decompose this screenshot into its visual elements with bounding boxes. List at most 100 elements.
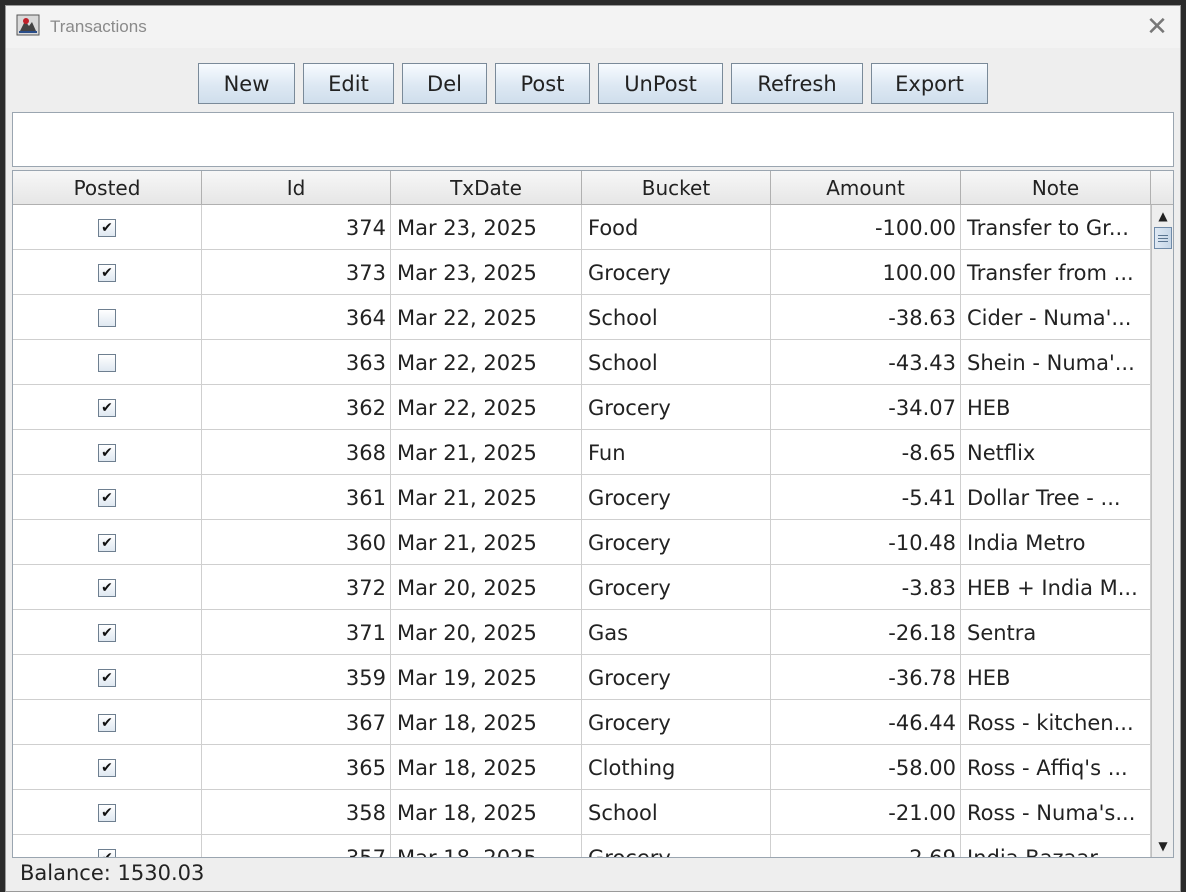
checkmark-icon: ✔ [101, 534, 113, 551]
new-button[interactable]: New [198, 63, 295, 104]
checkmark-icon: ✔ [101, 714, 113, 731]
table-row[interactable]: 363 Mar 22, 2025 School -43.43 Shein - Numa'… [13, 340, 1151, 385]
posted-checkbox[interactable]: ✔ [98, 758, 116, 777]
bucket-cell: Grocery [582, 385, 771, 430]
column-header-note[interactable]: Note [961, 171, 1151, 205]
table-row[interactable]: ✔ 374 Mar 23, 2025 Food -100.00 Transfer to G… [13, 205, 1151, 250]
delete-button[interactable]: Del [402, 63, 487, 104]
table-header: Posted Id TxDate Bucket Amount Note [13, 171, 1151, 205]
posted-checkbox[interactable]: ✔ [98, 578, 116, 597]
id-cell: 367 [202, 700, 391, 745]
posted-cell: ✔ [13, 610, 202, 655]
grip-icon [1158, 234, 1168, 242]
column-header-amount[interactable]: Amount [771, 171, 961, 205]
edit-button[interactable]: Edit [303, 63, 394, 104]
app-icon [16, 14, 40, 36]
export-button[interactable]: Export [871, 63, 988, 104]
table-row[interactable]: ✔ 361 Mar 21, 2025 Grocery -5.41 Dollar Tree … [13, 475, 1151, 520]
bucket-cell: Grocery [582, 565, 771, 610]
id-cell: 363 [202, 340, 391, 385]
id-cell: 360 [202, 520, 391, 565]
checkmark-icon: ✔ [101, 804, 113, 821]
checkmark-icon: ✔ [101, 444, 113, 461]
table-row[interactable]: ✔ 360 Mar 21, 2025 Grocery -10.48 India Metro [13, 520, 1151, 565]
note-cell: India Metro [961, 520, 1151, 565]
checkmark-icon: ✔ [101, 489, 113, 506]
amount-cell: -2.69 [771, 835, 961, 857]
txdate-cell: Mar 18, 2025 [391, 745, 582, 790]
table-row[interactable]: ✔ 368 Mar 21, 2025 Fun -8.65 Netflix [13, 430, 1151, 475]
column-header-posted[interactable]: Posted [13, 171, 202, 205]
id-cell: 364 [202, 295, 391, 340]
vertical-scrollbar[interactable]: ▲ ▼ [1151, 205, 1173, 857]
amount-cell: -5.41 [771, 475, 961, 520]
scroll-up-icon[interactable]: ▲ [1152, 205, 1173, 227]
amount-cell: -58.00 [771, 745, 961, 790]
posted-checkbox[interactable] [98, 353, 116, 372]
checkmark-icon: ✔ [101, 579, 113, 596]
posted-checkbox[interactable]: ✔ [98, 218, 116, 237]
posted-cell: ✔ [13, 655, 202, 700]
refresh-button[interactable]: Refresh [731, 63, 863, 104]
checkmark-icon: ✔ [101, 399, 113, 416]
posted-checkbox[interactable]: ✔ [98, 848, 116, 858]
table-row[interactable]: ✔ 367 Mar 18, 2025 Grocery -46.44 Ross - kitc… [13, 700, 1151, 745]
posted-cell: ✔ [13, 205, 202, 250]
checkmark-icon: ✔ [101, 851, 113, 858]
txdate-cell: Mar 18, 2025 [391, 700, 582, 745]
posted-checkbox[interactable]: ✔ [98, 263, 116, 282]
amount-cell: -21.00 [771, 790, 961, 835]
table-row[interactable]: ✔ 358 Mar 18, 2025 School -21.00 Ross - Numa'… [13, 790, 1151, 835]
title-bar[interactable]: Transactions ✕ [6, 6, 1180, 48]
bucket-cell: Grocery [582, 250, 771, 295]
note-cell: Sentra [961, 610, 1151, 655]
table-row[interactable]: ✔ 362 Mar 22, 2025 Grocery -34.07 HEB [13, 385, 1151, 430]
id-cell: 358 [202, 790, 391, 835]
table-row[interactable]: ✔ 373 Mar 23, 2025 Grocery 100.00 Transfer fr… [13, 250, 1151, 295]
table-row[interactable]: ✔ 365 Mar 18, 2025 Clothing -58.00 Ross - Aff… [13, 745, 1151, 790]
posted-cell: ✔ [13, 520, 202, 565]
note-cell: Netflix [961, 430, 1151, 475]
scroll-thumb[interactable] [1154, 227, 1172, 249]
column-header-txdate[interactable]: TxDate [391, 171, 582, 205]
table-row[interactable]: ✔ 359 Mar 19, 2025 Grocery -36.78 HEB [13, 655, 1151, 700]
close-icon[interactable]: ✕ [1140, 10, 1174, 44]
table-body: ✔ 374 Mar 23, 2025 Food -100.00 Transfer to G… [13, 205, 1151, 857]
table-row[interactable]: ✔ 372 Mar 20, 2025 Grocery -3.83 HEB + India … [13, 565, 1151, 610]
posted-cell [13, 295, 202, 340]
posted-checkbox[interactable]: ✔ [98, 623, 116, 642]
txdate-cell: Mar 22, 2025 [391, 340, 582, 385]
txdate-cell: Mar 21, 2025 [391, 475, 582, 520]
posted-checkbox[interactable]: ✔ [98, 443, 116, 462]
posted-cell: ✔ [13, 475, 202, 520]
filter-panel[interactable] [12, 112, 1174, 167]
txdate-cell: Mar 21, 2025 [391, 520, 582, 565]
posted-checkbox[interactable] [98, 308, 116, 327]
posted-checkbox[interactable]: ✔ [98, 668, 116, 687]
window-title: Transactions [50, 17, 147, 36]
scroll-down-icon[interactable]: ▼ [1152, 835, 1173, 857]
bucket-cell: Clothing [582, 745, 771, 790]
unpost-button[interactable]: UnPost [598, 63, 723, 104]
amount-cell: -8.65 [771, 430, 961, 475]
table-row[interactable]: ✔ 357Mar 18, 2025Grocery-2.69India Bazaar [13, 835, 1151, 857]
posted-checkbox[interactable]: ✔ [98, 803, 116, 822]
header-corner [1151, 171, 1173, 205]
note-cell: Dollar Tree - ... [961, 475, 1151, 520]
posted-checkbox[interactable]: ✔ [98, 533, 116, 552]
table-row[interactable]: 364 Mar 22, 2025 School -38.63 Cider - Numa'… [13, 295, 1151, 340]
bucket-cell: Grocery [582, 835, 771, 857]
bucket-cell: Grocery [582, 655, 771, 700]
column-header-bucket[interactable]: Bucket [582, 171, 771, 205]
posted-checkbox[interactable]: ✔ [98, 713, 116, 732]
posted-cell: ✔ [13, 565, 202, 610]
note-cell: Ross - kitchen... [961, 700, 1151, 745]
column-header-id[interactable]: Id [202, 171, 391, 205]
post-button[interactable]: Post [495, 63, 590, 104]
table-row[interactable]: ✔ 371 Mar 20, 2025 Gas -26.18 Sentra [13, 610, 1151, 655]
posted-cell: ✔ [13, 430, 202, 475]
checkmark-icon: ✔ [101, 759, 113, 776]
posted-checkbox[interactable]: ✔ [98, 398, 116, 417]
posted-checkbox[interactable]: ✔ [98, 488, 116, 507]
id-cell: 362 [202, 385, 391, 430]
